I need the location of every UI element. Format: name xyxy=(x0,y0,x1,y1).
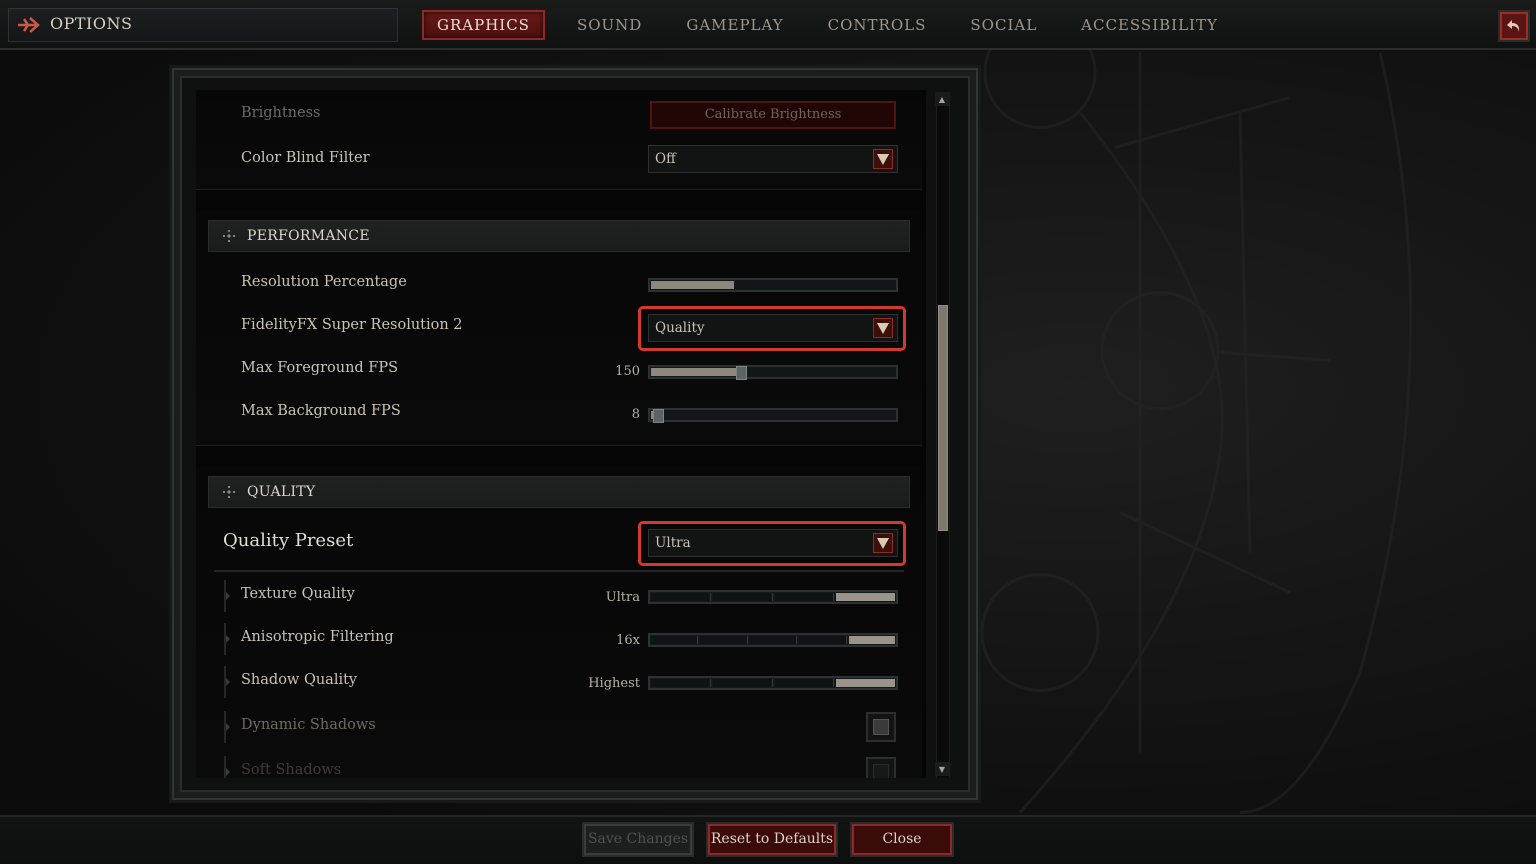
max-background-fps-value: 8 xyxy=(631,407,640,422)
dropdown-value: Ultra xyxy=(655,535,691,551)
selector-segment[interactable] xyxy=(774,679,835,687)
settings-list: Brightness Calibrate Brightness Color Bl… xyxy=(196,90,926,778)
fsr2-label: FidelityFX Super Resolution 2 xyxy=(241,317,463,333)
tab-sound[interactable]: SOUND xyxy=(555,10,664,40)
texture-quality-label: Texture Quality xyxy=(241,586,355,602)
options-arrow-icon xyxy=(18,17,40,33)
resolution-percentage-slider[interactable] xyxy=(648,278,898,292)
quality-title: QUALITY xyxy=(247,484,316,500)
anisotropic-filtering-label: Anisotropic Filtering xyxy=(241,629,394,645)
tab-gameplay[interactable]: GAMEPLAY xyxy=(664,10,805,40)
tab-accessibility[interactable]: ACCESSIBILITY xyxy=(1059,10,1240,40)
save-changes-button[interactable]: Save Changes xyxy=(582,822,694,857)
brightness-label: Brightness xyxy=(241,105,321,121)
selector-segment[interactable] xyxy=(848,636,896,644)
tab-social[interactable]: SOCIAL xyxy=(948,10,1059,40)
tab-graphics[interactable]: GRAPHICS xyxy=(422,10,545,40)
selector-segment[interactable] xyxy=(799,636,847,644)
diamond-ornament-icon xyxy=(223,486,235,498)
close-button[interactable]: Close xyxy=(850,822,954,857)
scroll-up-button[interactable]: ▲ xyxy=(935,92,949,106)
expander-handle[interactable] xyxy=(224,666,230,698)
selector-segment[interactable] xyxy=(774,593,835,601)
quality-header: QUALITY xyxy=(208,476,910,508)
expander-handle[interactable] xyxy=(224,711,230,743)
dropdown-value: Quality xyxy=(655,320,705,336)
dynamic-shadows-label: Dynamic Shadows xyxy=(241,717,376,733)
max-background-fps-slider[interactable] xyxy=(648,408,898,423)
max-foreground-fps-value: 150 xyxy=(615,364,640,379)
scrollbar-thumb[interactable] xyxy=(938,305,948,531)
top-bar: OPTIONS GRAPHICS SOUND GAMEPLAY CONTROLS… xyxy=(0,0,1536,50)
anisotropic-filtering-selector[interactable] xyxy=(648,633,898,647)
slider-fill xyxy=(651,368,739,376)
divider xyxy=(214,570,904,572)
performance-title: PERFORMANCE xyxy=(247,228,370,244)
texture-quality-selector[interactable] xyxy=(648,590,898,604)
selector-segment[interactable] xyxy=(749,636,798,644)
chevron-down-icon[interactable] xyxy=(873,533,893,553)
soft-shadows-checkbox[interactable] xyxy=(866,757,896,778)
selector-segment[interactable] xyxy=(651,679,711,687)
color-blind-filter-label: Color Blind Filter xyxy=(241,150,370,166)
slider-handle[interactable] xyxy=(652,409,664,423)
dynamic-shadows-checkbox[interactable] xyxy=(866,712,896,742)
chevron-down-icon[interactable] xyxy=(873,318,893,338)
expander-handle[interactable] xyxy=(224,756,230,778)
quality-preset-dropdown[interactable]: Ultra xyxy=(648,529,898,557)
dropdown-value: Off xyxy=(655,151,676,167)
selector-segment[interactable] xyxy=(836,593,895,601)
anisotropic-filtering-value: 16x xyxy=(616,633,640,648)
texture-quality-value: Ultra xyxy=(605,590,640,605)
shadow-quality-label: Shadow Quality xyxy=(241,672,358,688)
selector-segment[interactable] xyxy=(712,679,773,687)
back-arrow-icon xyxy=(1507,20,1520,32)
soft-shadows-label: Soft Shadows xyxy=(241,762,342,778)
expander-handle[interactable] xyxy=(224,623,230,655)
calibrate-brightness-button[interactable]: Calibrate Brightness xyxy=(650,101,896,129)
slider-fill xyxy=(651,281,734,289)
fsr2-dropdown[interactable]: Quality xyxy=(648,314,898,342)
background-sigil-art xyxy=(980,50,1413,814)
color-blind-filter-dropdown[interactable]: Off xyxy=(648,145,898,173)
max-foreground-fps-slider[interactable] xyxy=(648,365,898,380)
selector-segment[interactable] xyxy=(651,593,711,601)
tab-bar: GRAPHICS SOUND GAMEPLAY CONTROLS SOCIAL … xyxy=(422,10,1240,40)
max-background-fps-label: Max Background FPS xyxy=(241,403,401,419)
reset-to-defaults-button[interactable]: Reset to Defaults xyxy=(706,822,838,857)
selector-segment[interactable] xyxy=(836,679,895,687)
checkbox-box xyxy=(873,764,889,778)
page-title: OPTIONS xyxy=(50,14,133,33)
scroll-down-button[interactable]: ▼ xyxy=(935,762,949,776)
diamond-ornament-icon xyxy=(223,230,235,242)
chevron-down-icon[interactable] xyxy=(873,149,893,169)
expander-handle[interactable] xyxy=(224,580,230,612)
performance-group: PERFORMANCE Resolution Percentage Fideli… xyxy=(196,210,922,446)
max-foreground-fps-label: Max Foreground FPS xyxy=(241,360,399,376)
slider-handle[interactable] xyxy=(735,366,747,380)
shadow-quality-selector[interactable] xyxy=(648,676,898,690)
selector-segment[interactable] xyxy=(700,636,748,644)
performance-header: PERFORMANCE xyxy=(208,220,910,252)
tab-controls[interactable]: CONTROLS xyxy=(806,10,949,40)
quality-preset-label: Quality Preset xyxy=(223,530,354,551)
selector-segment[interactable] xyxy=(651,636,699,644)
shadow-quality-value: Highest xyxy=(588,676,640,691)
quality-group: QUALITY Quality Preset Ultra Texture Qua… xyxy=(196,466,922,778)
resolution-percentage-label: Resolution Percentage xyxy=(241,274,407,290)
selector-segment[interactable] xyxy=(712,593,773,601)
checkbox-check xyxy=(873,719,889,735)
back-button[interactable] xyxy=(1498,10,1530,42)
display-group: Brightness Calibrate Brightness Color Bl… xyxy=(196,90,922,190)
